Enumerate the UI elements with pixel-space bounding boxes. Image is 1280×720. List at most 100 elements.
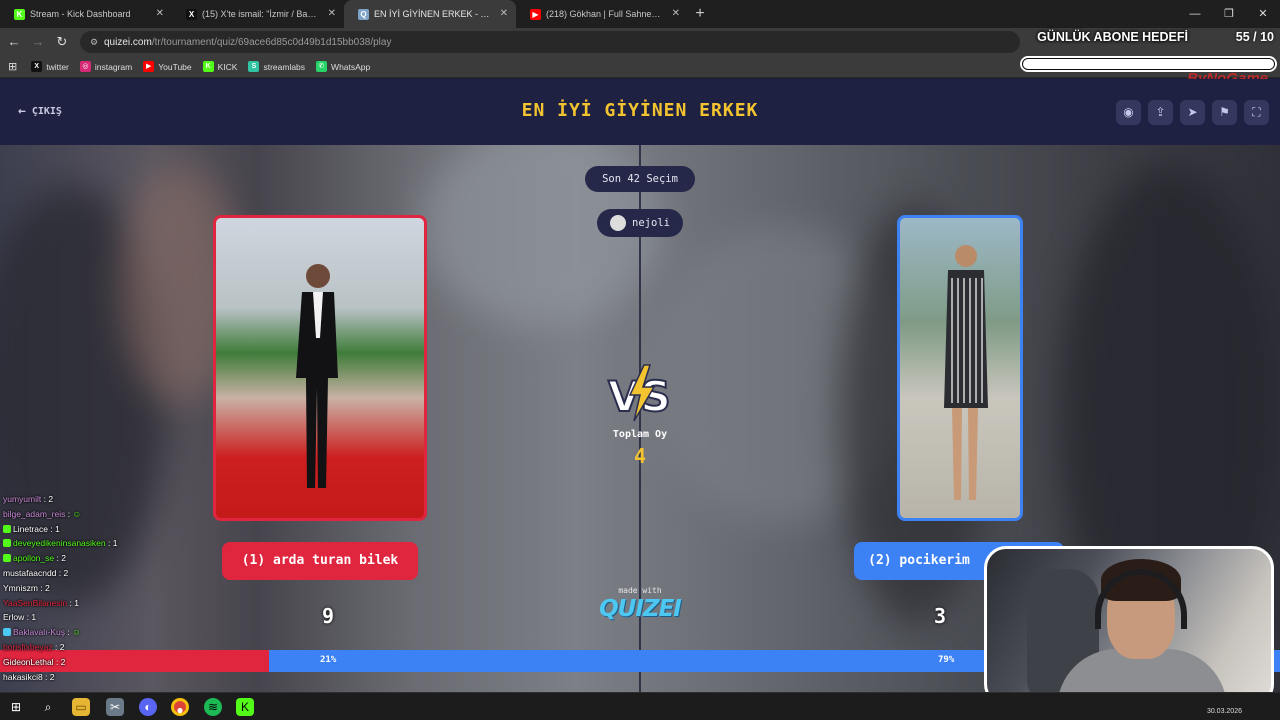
reload-icon[interactable]: ↻ xyxy=(52,32,72,52)
chat-username[interactable]: deveyedikeninsanasiken xyxy=(13,538,106,548)
site-info-icon[interactable]: ⚙ xyxy=(90,37,104,48)
flag-icon[interactable]: ⚑ xyxy=(1212,100,1237,125)
versus-icon: VS xyxy=(607,364,672,422)
chat-text: 2 xyxy=(45,582,50,593)
chat-message: YaaSenBilanesin : 1 xyxy=(3,597,79,608)
browser-tab[interactable]: K Stream - Kick Dashboard ✕ xyxy=(0,0,172,28)
snipping-tool-icon[interactable]: ✂ xyxy=(106,698,124,716)
new-tab-button[interactable]: + xyxy=(688,0,712,28)
chat-emote-icon: ☺ xyxy=(72,508,82,519)
spotify-icon[interactable]: ≋ xyxy=(204,698,222,716)
close-tab-icon[interactable]: ✕ xyxy=(500,8,508,19)
chat-username[interactable]: Erlow xyxy=(3,612,24,622)
browser-tab[interactable]: Q EN İYİ GİYİNEN ERKEK - Tier List ✕ xyxy=(344,0,516,28)
chat-username[interactable]: apollon_se xyxy=(13,553,54,563)
chat-username[interactable]: borisfixbeyaz xyxy=(3,642,53,652)
option-card-right[interactable] xyxy=(897,215,1023,521)
streamlabs-icon: S xyxy=(248,61,260,72)
bookmark-twitter[interactable]: Xtwitter xyxy=(31,61,69,72)
quizei-icon: Q xyxy=(358,9,369,20)
bookmark-label: YouTube xyxy=(158,61,192,72)
share-icon[interactable]: ⇪ xyxy=(1148,100,1173,125)
url-field[interactable]: ⚙ quizei.com/tr/tournament/quiz/69ace6d8… xyxy=(80,31,1020,53)
chat-message: Erlow : 1 xyxy=(3,612,37,623)
person-photo-right xyxy=(944,245,988,500)
x-icon: X xyxy=(186,9,197,20)
close-tab-icon[interactable]: ✕ xyxy=(328,8,336,19)
user-badge: nejoli xyxy=(597,209,683,237)
score-left: 9 xyxy=(322,604,335,628)
chat-text: 1 xyxy=(112,538,118,549)
close-tab-icon[interactable]: ✕ xyxy=(156,8,164,19)
kick-icon: K xyxy=(14,9,25,20)
webcam-feed xyxy=(984,546,1274,706)
stream-chat: yumyumilt : 2 bilge_adam_reis : ☺ Linetrac… xyxy=(3,492,183,684)
chat-emote-icon: ☺ xyxy=(72,627,81,638)
apps-icon[interactable]: ⊞ xyxy=(8,60,17,73)
chrome-icon[interactable]: ● xyxy=(171,698,189,717)
close-window-icon[interactable]: ✕ xyxy=(1246,0,1280,28)
chat-badge-icon xyxy=(3,628,11,637)
chat-text: 2 xyxy=(61,553,66,564)
x-icon: X xyxy=(31,61,43,72)
bookmark-label: KICK xyxy=(217,61,238,72)
chat-username[interactable]: Ymniszm xyxy=(3,583,38,593)
search-icon[interactable]: ⌕ xyxy=(39,698,57,716)
restore-icon[interactable]: ❐ xyxy=(1212,0,1246,28)
bookmark-whatsapp[interactable]: ✆ WhatsApp xyxy=(316,61,370,72)
file-explorer-icon[interactable]: ▭ xyxy=(72,698,90,716)
browser-tab-bar: K Stream - Kick Dashboard ✕ X (15) X'te isma… xyxy=(0,0,1280,28)
send-icon[interactable]: ➤ xyxy=(1180,100,1205,125)
eye-icon[interactable]: ◉ xyxy=(1116,100,1141,125)
username: nejoli xyxy=(632,217,670,229)
option-name-left[interactable]: (1) arda turan bilek xyxy=(222,542,418,580)
chat-username[interactable]: yumyumilt xyxy=(3,494,41,504)
back-icon[interactable]: ← xyxy=(4,32,24,52)
tab-title: (218) Gökhan | Full Sahneler - Y xyxy=(546,9,662,19)
bookmark-youtube[interactable]: ▶ YouTube xyxy=(143,61,192,72)
chat-username[interactable]: Linetrace xyxy=(13,524,48,534)
option-card-left[interactable] xyxy=(213,215,427,521)
subscriber-goal-fill xyxy=(1023,59,1274,69)
instagram-icon: ◎ xyxy=(79,61,91,72)
chat-message: bilge_adam_reis : ☺ xyxy=(3,508,82,519)
tab-title: EN İYİ GİYİNEN ERKEK - Tier List xyxy=(374,9,490,19)
chat-username[interactable]: bilge_adam_reis xyxy=(3,509,65,519)
browser-tab[interactable]: X (15) X'te ismail: "İzmir / Bakırçay ✕ xyxy=(172,0,344,28)
chat-message: deveyedikeninsanasiken : 1 xyxy=(3,536,183,551)
windows-taskbar: ⊞ ⌕ ▭ ✂ ◐ ● ≋ K 30.03.2026 xyxy=(0,692,1280,720)
fullscreen-icon[interactable]: ⛶ xyxy=(1244,100,1269,125)
bookmark-label: instagram xyxy=(94,61,133,72)
quizei-logo[interactable]: QUIZEI xyxy=(592,596,688,622)
bookmark-instagram[interactable]: ◎ instagram xyxy=(79,61,133,72)
chat-username[interactable]: YaaSenBilanesin xyxy=(3,598,67,608)
url-host: quizei.com xyxy=(104,36,152,48)
taskbar-date: 30.03.2026 xyxy=(1206,708,1242,715)
browser-tab[interactable]: ▶ (218) Gökhan | Full Sahneler - Y ✕ xyxy=(516,0,688,28)
windows-icon[interactable]: ⊞ xyxy=(7,698,25,716)
person-photo-left xyxy=(296,264,338,488)
youtube-icon: ▶ xyxy=(530,9,541,20)
chat-username[interactable]: Baklavalı-Kuş xyxy=(13,627,65,637)
chat-message: apollon_se : 2 xyxy=(3,551,183,566)
chat-message: Baklavalı-Kuş : ☺ xyxy=(3,625,183,640)
kick-app-icon[interactable]: K xyxy=(236,698,254,716)
bookmark-streamlabs[interactable]: Sstreamlabs xyxy=(248,61,305,72)
discord-icon[interactable]: ◐ xyxy=(139,698,157,716)
chat-message: mustafaacndd : 2 xyxy=(3,567,69,578)
chat-text: 2 xyxy=(48,494,54,504)
youtube-icon: ▶ xyxy=(143,61,155,72)
bookmark-kick[interactable]: K KICK xyxy=(202,61,238,72)
chat-message: GideonLethal : 2 xyxy=(3,656,66,667)
chat-text: 2 xyxy=(49,671,55,682)
forward-icon[interactable]: → xyxy=(28,32,48,52)
chat-message: hakasikci8 : 2 xyxy=(3,671,55,682)
close-tab-icon[interactable]: ✕ xyxy=(672,8,680,19)
chat-username[interactable]: GideonLethal xyxy=(3,657,54,667)
minimize-icon[interactable]: — xyxy=(1178,0,1212,28)
url-path: /tr/tournament/quiz/69ace6d85c0d49b1d15b… xyxy=(151,36,392,48)
chat-badge-icon xyxy=(3,554,11,563)
chat-username[interactable]: hakasikci8 xyxy=(3,672,43,682)
chat-message: Linetrace : 1 xyxy=(3,522,183,537)
chat-username[interactable]: mustafaacndd xyxy=(3,568,56,578)
